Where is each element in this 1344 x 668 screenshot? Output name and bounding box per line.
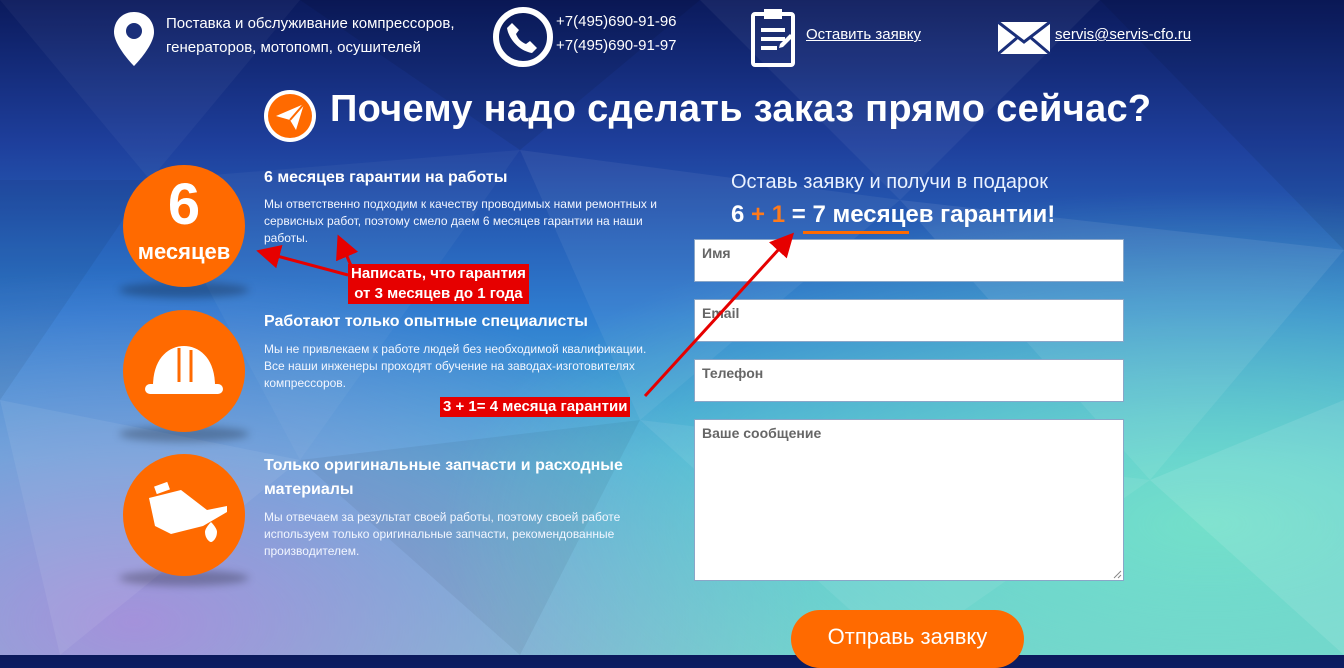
annotation-note: 3 + 1= 4 месяца гарантии (440, 397, 631, 417)
annotation-arrows (256, 232, 795, 398)
annotation-note: Написать, что гарантия от 3 месяцев до 1… (348, 264, 529, 304)
